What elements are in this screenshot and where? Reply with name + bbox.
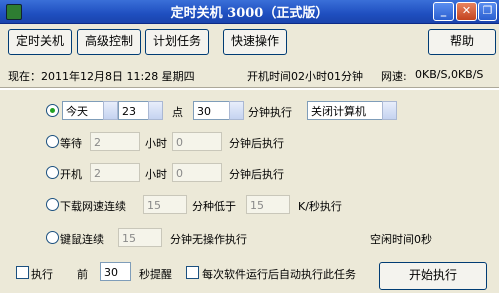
- download-below-label: 分种低于: [192, 200, 236, 213]
- idle-label: 键鼠连续: [60, 233, 104, 246]
- boot-label: 开机: [60, 168, 82, 181]
- wait-minutes-unit: 分钟后执行: [229, 137, 284, 150]
- wait-label: 等待: [60, 137, 82, 150]
- close-button[interactable]: ✕: [456, 2, 477, 21]
- wait-hours-input[interactable]: 2: [90, 132, 140, 151]
- minute-input[interactable]: 30: [193, 101, 233, 120]
- radio-boot[interactable]: [46, 166, 59, 179]
- idle-minutes-input[interactable]: 15: [118, 228, 162, 247]
- restore-button[interactable]: ❐: [478, 2, 497, 21]
- remind-checkbox[interactable]: [16, 266, 29, 279]
- boot-minutes-input[interactable]: 0: [172, 163, 222, 182]
- advanced-control-button[interactable]: 高级控制: [77, 29, 141, 55]
- quick-action-button[interactable]: 快速操作: [223, 29, 287, 55]
- minute-dropdown-arrow[interactable]: [229, 101, 244, 120]
- radio-idle[interactable]: [46, 231, 59, 244]
- radio-wait[interactable]: [46, 135, 59, 148]
- idle-unit-label: 分钟无操作执行: [170, 233, 247, 246]
- day-dropdown-arrow[interactable]: [103, 101, 118, 120]
- window-title: 定时关机 3000（正式版）: [170, 6, 329, 21]
- current-time: 现在：2011年12月8日 11:28 星期四: [8, 70, 195, 83]
- start-button[interactable]: 开始执行: [379, 262, 487, 290]
- boot-minutes-unit: 分钟后执行: [229, 168, 284, 181]
- remind-unit-label: 秒提醒: [139, 268, 172, 281]
- wait-minutes-input[interactable]: 0: [172, 132, 222, 151]
- net-speed-label: 网速:: [381, 70, 407, 83]
- remind-label-b: 前: [77, 268, 88, 281]
- download-speed-input[interactable]: 15: [246, 195, 290, 214]
- download-label: 下载网速连续: [60, 200, 126, 213]
- remind-label-a: 执行: [31, 268, 53, 281]
- divider: [0, 87, 499, 90]
- download-minutes-input[interactable]: 15: [143, 195, 187, 214]
- action-dropdown-arrow[interactable]: [382, 101, 397, 120]
- boot-hours-input[interactable]: 2: [90, 163, 140, 182]
- auto-run-checkbox[interactable]: [186, 266, 199, 279]
- plan-task-button[interactable]: 计划任务: [145, 29, 209, 55]
- exec-label: 分钟执行: [248, 106, 292, 119]
- radio-download[interactable]: [46, 198, 59, 211]
- shutdown-tab-button[interactable]: 定时关机: [8, 29, 72, 55]
- boot-hours-unit: 小时: [145, 168, 167, 181]
- minimize-button[interactable]: _: [433, 2, 454, 21]
- uptime-text: 开机时间02小时01分钟: [247, 70, 363, 83]
- wait-hours-unit: 小时: [145, 137, 167, 150]
- idle-time-text: 空闲时间0秒: [370, 233, 432, 246]
- hour-input[interactable]: 23: [118, 101, 152, 120]
- remind-seconds-input[interactable]: 30: [100, 262, 131, 281]
- title-bar: 定时关机 3000（正式版） _ ✕ ❐: [0, 0, 499, 24]
- help-button[interactable]: 帮助: [428, 29, 496, 55]
- hour-dropdown-arrow[interactable]: [148, 101, 163, 120]
- net-speed-value: 0KB/S,0KB/S: [415, 68, 484, 81]
- radio-today[interactable]: [46, 104, 59, 117]
- day-select[interactable]: 今天: [62, 101, 106, 120]
- auto-run-label: 每次软件运行后自动执行此任务: [202, 268, 356, 281]
- point-label: 点: [172, 106, 183, 119]
- download-unit-label: K/秒执行: [298, 200, 342, 213]
